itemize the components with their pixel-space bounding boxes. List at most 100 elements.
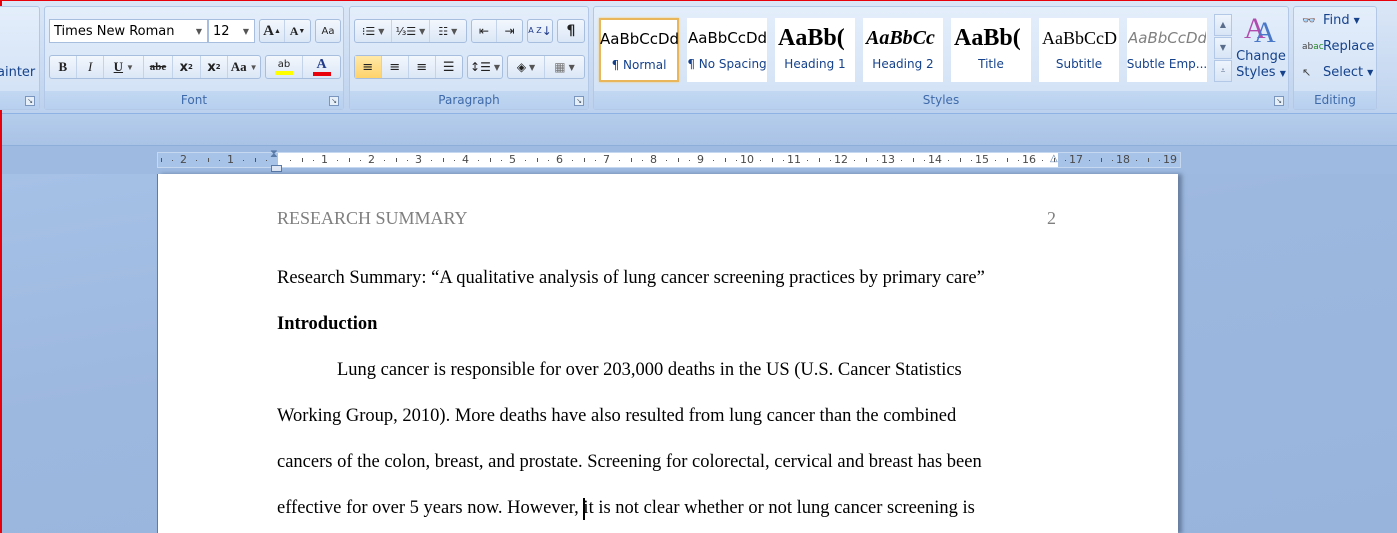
- ruler-dot: [172, 160, 173, 161]
- subscript-button[interactable]: x2: [173, 56, 201, 78]
- font-name-combo[interactable]: Times New Roman ▼: [49, 19, 208, 43]
- ruler-number: 2: [180, 153, 187, 166]
- ruler-dot: [572, 160, 573, 161]
- ruler-dot: [877, 160, 878, 161]
- shrink-font-button[interactable]: A ▼: [285, 20, 310, 42]
- ruler-dot: [736, 160, 737, 161]
- highlight-button[interactable]: ab: [266, 56, 304, 78]
- chevron-down-icon[interactable]: ▼: [419, 27, 425, 36]
- font-launcher-icon[interactable]: ↘: [329, 96, 339, 106]
- italic-button[interactable]: I: [77, 56, 105, 78]
- left-indent-marker[interactable]: [271, 165, 282, 172]
- replace-label: Replace: [1323, 39, 1375, 54]
- change-styles-icon: AA: [1244, 12, 1276, 49]
- sort-button[interactable]: A Z ↓: [527, 19, 553, 43]
- strikethrough-icon: abe: [149, 61, 167, 73]
- first-line-indent-marker[interactable]: ⧗: [270, 147, 278, 161]
- bullets-button[interactable]: ⁝☰ ▼: [355, 20, 393, 42]
- style-subtle-emphasis[interactable]: AaBbCcDd Subtle Emp...: [1127, 18, 1207, 82]
- styles-launcher-icon[interactable]: ↘: [1274, 96, 1284, 106]
- borders-button[interactable]: ▦ ▼: [545, 56, 584, 78]
- horizontal-ruler[interactable]: 2 1 1 2 3 4 5 6 7 8 9 10 11 12 13 14 15 16 17 18 19: [157, 152, 1181, 168]
- multilevel-list-button[interactable]: ☷ ▼: [430, 20, 466, 42]
- decrease-indent-button[interactable]: ⇤: [472, 20, 498, 42]
- style-title[interactable]: AaBb( Title: [951, 18, 1031, 82]
- line-spacing-button[interactable]: ↕☰ ▼: [467, 55, 503, 79]
- align-left-button[interactable]: ≡: [355, 56, 382, 78]
- strikethrough-button[interactable]: abe: [144, 56, 173, 78]
- chevron-down-icon[interactable]: ▼: [494, 63, 500, 72]
- chevron-down-icon[interactable]: ▼: [378, 27, 384, 36]
- align-right-button[interactable]: ≡: [409, 56, 436, 78]
- gallery-more-button[interactable]: ⩡: [1214, 60, 1232, 82]
- font-group-label: Font: [45, 91, 343, 109]
- justify-icon: ☰: [442, 59, 455, 75]
- underline-button[interactable]: U ▼: [104, 56, 145, 78]
- gallery-scroll-down-button[interactable]: ▼: [1214, 37, 1232, 59]
- ruler-tick: [678, 158, 679, 162]
- ruler-dot: [948, 160, 949, 161]
- paragraph-launcher-icon[interactable]: ↘: [574, 96, 584, 106]
- ruler-number: 5: [509, 153, 516, 166]
- multilevel-list-icon: ☷: [438, 24, 449, 38]
- align-center-button[interactable]: ≡: [382, 56, 409, 78]
- show-marks-button[interactable]: ¶: [557, 19, 585, 43]
- style-normal[interactable]: AaBbCcDd ¶ Normal: [599, 18, 679, 82]
- find-button[interactable]: 👓 Find ▼: [1302, 13, 1360, 28]
- style-sample: AaBbCcD: [1042, 28, 1117, 48]
- chevron-down-icon[interactable]: ▼: [451, 27, 457, 36]
- style-heading-2[interactable]: AaBbCc Heading 2: [863, 18, 943, 82]
- font-color-button[interactable]: A: [303, 56, 340, 78]
- eraser-icon: Aa: [321, 25, 335, 37]
- format-painter-button[interactable]: ainter: [0, 65, 35, 80]
- alignment-buttons: ≡ ≡ ≡ ☰: [354, 55, 463, 79]
- paragraph-group: ⁝☰ ▼ ⅓☰ ▼ ☷ ▼ ⇤ ⇥ A Z ↓ ¶ ≡ ≡ ≡ ☰ ↕☰ ▼ ◈ ▼ ▦ ▼ …: [349, 6, 589, 110]
- change-case-button[interactable]: Aa ▼: [228, 56, 260, 78]
- shading-button[interactable]: ◈ ▼: [508, 56, 546, 78]
- ruler-dot: [431, 160, 432, 161]
- replace-button[interactable]: abac Replace: [1302, 39, 1374, 54]
- gallery-scroll-up-button[interactable]: ▲: [1214, 14, 1232, 36]
- chevron-down-icon: ▼: [1279, 69, 1286, 78]
- chevron-down-icon[interactable]: ▼: [250, 63, 258, 72]
- numbering-button[interactable]: ⅓☰ ▼: [392, 20, 430, 42]
- superscript-button[interactable]: x2: [201, 56, 229, 78]
- ruler-number: 9: [697, 153, 704, 166]
- ruler-number: 16: [1022, 153, 1036, 166]
- title-line: Research Summary: “A qualitative analysi…: [277, 268, 985, 288]
- ruler-dot: [219, 160, 220, 161]
- ruler-dot: [243, 160, 244, 161]
- paragraph-group-label: Paragraph: [350, 91, 588, 109]
- page-number: 2: [1047, 208, 1056, 228]
- ruler-tick: [819, 158, 820, 162]
- style-sample: AaBbCcDd: [600, 30, 678, 48]
- select-button[interactable]: ↖ Select ▼: [1302, 65, 1373, 80]
- ruler-number: 7: [603, 153, 610, 166]
- right-indent-marker[interactable]: △: [1050, 153, 1058, 164]
- highlight-color-swatch: [275, 71, 293, 75]
- grow-font-button[interactable]: A ▲: [260, 20, 286, 42]
- styles-group: AaBbCcDd ¶ Normal AaBbCcDd ¶ No Spacing …: [593, 6, 1289, 110]
- style-no-spacing[interactable]: AaBbCcDd ¶ No Spacing: [687, 18, 767, 82]
- ruler-dot: [595, 160, 596, 161]
- style-heading-1[interactable]: AaBb( Heading 1: [775, 18, 855, 82]
- bold-button[interactable]: B: [50, 56, 77, 78]
- ruler-dot: [619, 160, 620, 161]
- increase-indent-button[interactable]: ⇥: [497, 20, 522, 42]
- clear-formatting-button[interactable]: Aa: [315, 19, 341, 43]
- style-name: ¶ Normal: [611, 58, 667, 72]
- chevron-down-icon[interactable]: ▼: [243, 27, 249, 36]
- chevron-down-icon[interactable]: ▼: [126, 63, 134, 72]
- ruler-dot: [1065, 160, 1066, 161]
- font-size-combo[interactable]: 12 ▼: [208, 19, 255, 43]
- chevron-down-icon[interactable]: ▼: [529, 63, 535, 72]
- style-subtitle[interactable]: AaBbCcD Subtitle: [1039, 18, 1119, 82]
- chevron-down-icon[interactable]: ▼: [569, 63, 575, 72]
- ruler-number: 1: [321, 153, 328, 166]
- justify-button[interactable]: ☰: [436, 56, 462, 78]
- chevron-down-icon[interactable]: ▼: [196, 27, 202, 36]
- change-styles-button[interactable]: AA Change Styles ▼: [1236, 13, 1286, 82]
- clipboard-launcher-icon[interactable]: ↘: [25, 96, 35, 106]
- ruler-dot: [454, 160, 455, 161]
- shrink-font-icon: A: [289, 23, 299, 38]
